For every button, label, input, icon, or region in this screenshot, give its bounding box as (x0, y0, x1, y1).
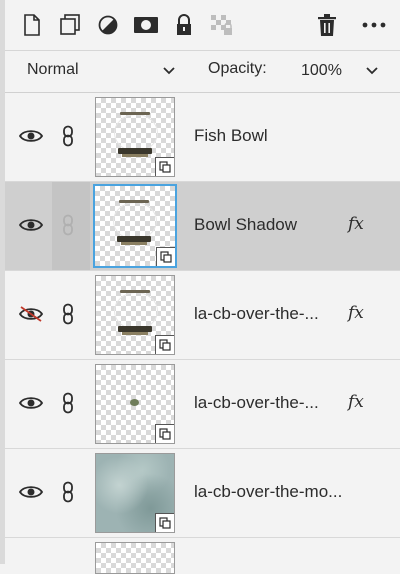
chevron-down-icon[interactable] (161, 63, 177, 79)
lock-transparency-icon (211, 15, 232, 35)
layer-row[interactable]: Fish Bowl (5, 93, 400, 182)
visibility-toggle[interactable] (19, 126, 43, 146)
visibility-toggle[interactable] (19, 215, 43, 235)
layer-row[interactable]: Bowl Shadow fx (5, 182, 400, 271)
link-icon (63, 392, 73, 414)
layer-link-toggle[interactable] (57, 481, 79, 503)
visibility-toggle[interactable] (19, 304, 43, 324)
duplicate-layer-button[interactable] (55, 10, 85, 40)
link-icon (63, 481, 73, 503)
eye-icon (19, 219, 43, 231)
layer-row[interactable]: la-cb-over-the-... fx (5, 360, 400, 449)
layer-thumbnail[interactable] (93, 184, 177, 268)
layer-effects-icon[interactable]: fx (348, 392, 364, 412)
layer-row[interactable]: la-cb-over-the-mo... (5, 449, 400, 538)
lock-button[interactable] (169, 10, 199, 40)
delete-layer-button[interactable] (312, 10, 342, 40)
layer-link-toggle[interactable] (57, 303, 79, 325)
smart-object-badge-icon (155, 335, 174, 354)
visibility-toggle[interactable] (19, 393, 43, 413)
layer-effects-icon[interactable]: fx (348, 214, 364, 234)
smart-object-badge-icon (155, 424, 174, 443)
layer-link-toggle[interactable] (57, 392, 79, 414)
blend-options-row: Normal Opacity: 100% (5, 51, 400, 92)
layer-link-toggle[interactable] (57, 125, 79, 147)
eye-icon (19, 397, 43, 409)
layer-thumbnail[interactable] (95, 97, 175, 177)
chevron-down-icon[interactable] (364, 63, 380, 79)
layers-list: Fish Bowl Bowl Shadow fx la-cb-over-the-… (5, 93, 400, 574)
new-layer-button[interactable] (17, 10, 47, 40)
eye-icon (19, 486, 43, 498)
layer-name[interactable]: la-cb-over-the-... (194, 304, 319, 324)
layer-thumbnail[interactable] (95, 542, 175, 574)
layers-toolbar (5, 0, 400, 51)
smart-object-badge-icon (155, 513, 174, 532)
more-options-button[interactable] (359, 10, 389, 40)
link-icon (63, 214, 73, 236)
link-icon (63, 125, 73, 147)
layer-thumbnail[interactable] (95, 364, 175, 444)
layer-thumbnail[interactable] (95, 275, 175, 355)
lock-transparency-button[interactable] (207, 10, 237, 40)
link-icon (63, 303, 73, 325)
layer-name[interactable]: Fish Bowl (194, 126, 268, 146)
opacity-label: Opacity: (208, 60, 267, 77)
layer-name[interactable]: la-cb-over-the-... (194, 393, 319, 413)
visibility-toggle[interactable] (19, 482, 43, 502)
smart-object-badge-icon (156, 247, 175, 266)
opacity-input[interactable]: 100% (301, 62, 342, 80)
eye-hidden-icon (19, 306, 43, 322)
duplicate-layer-icon (60, 14, 80, 35)
blend-mode-select[interactable]: Normal (27, 61, 79, 79)
layer-name[interactable]: la-cb-over-the-mo... (194, 482, 342, 502)
trash-icon (318, 14, 336, 36)
lock-icon (177, 14, 191, 35)
layer-link-toggle[interactable] (57, 214, 79, 236)
layer-thumbnail[interactable] (95, 453, 175, 533)
layer-row[interactable] (5, 538, 400, 574)
new-layer-icon (24, 14, 40, 36)
layer-effects-icon[interactable]: fx (348, 303, 364, 323)
layer-name[interactable]: Bowl Shadow (194, 215, 297, 235)
layer-row[interactable]: la-cb-over-the-... fx (5, 271, 400, 360)
mask-button[interactable] (131, 10, 161, 40)
more-dots-icon (362, 22, 386, 28)
eye-icon (19, 130, 43, 142)
adjustment-layer-button[interactable] (93, 10, 123, 40)
smart-object-badge-icon (155, 157, 174, 176)
mask-icon (134, 17, 158, 33)
adjustment-circle-icon (98, 15, 118, 35)
